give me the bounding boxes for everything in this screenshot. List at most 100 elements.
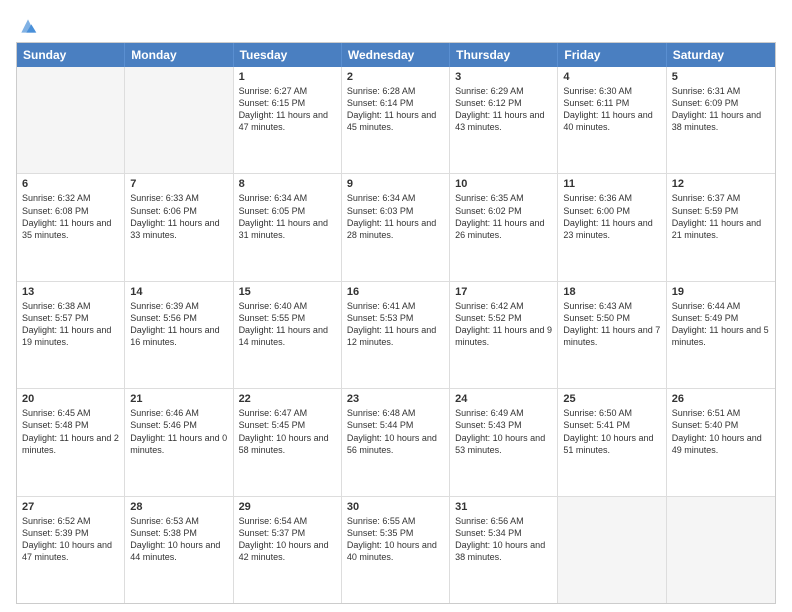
calendar-cell: 29 Sunrise: 6:54 AM Sunset: 5:37 PM Dayli…: [234, 497, 342, 603]
calendar-row: 27 Sunrise: 6:52 AM Sunset: 5:39 PM Dayli…: [17, 496, 775, 603]
cell-info: Sunrise: 6:34 AM Sunset: 6:03 PM Dayligh…: [347, 192, 444, 241]
calendar-cell: 1Sunrise: 6:27 AM Sunset: 6:15 PM Daylig…: [234, 67, 342, 173]
cell-info: Sunrise: 6:36 AM Sunset: 6:00 PM Dayligh…: [563, 192, 660, 241]
calendar-cell: 16 Sunrise: 6:41 AM Sunset: 5:53 PM Dayli…: [342, 282, 450, 388]
cell-info: Sunrise: 6:53 AM Sunset: 5:38 PM Dayligh…: [130, 515, 227, 564]
logo-icon: [18, 16, 38, 36]
cell-info: Sunrise: 6:34 AM Sunset: 6:05 PM Dayligh…: [239, 192, 336, 241]
cell-info: Sunrise: 6:33 AM Sunset: 6:06 PM Dayligh…: [130, 192, 227, 241]
calendar-cell: 24Sunrise: 6:49 AM Sunset: 5:43 PM Dayli…: [450, 389, 558, 495]
day-number: 24: [455, 393, 552, 405]
calendar-cell: 28 Sunrise: 6:53 AM Sunset: 5:38 PM Dayli…: [125, 497, 233, 603]
cell-info: Sunrise: 6:27 AM Sunset: 6:15 PM Dayligh…: [239, 85, 336, 134]
day-number: 27: [22, 501, 119, 513]
calendar-cell: 7 Sunrise: 6:33 AM Sunset: 6:06 PM Daylig…: [125, 174, 233, 280]
day-number: 21: [130, 393, 227, 405]
calendar-cell: 20 Sunrise: 6:45 AM Sunset: 5:48 PM Dayli…: [17, 389, 125, 495]
cell-info: Sunrise: 6:54 AM Sunset: 5:37 PM Dayligh…: [239, 515, 336, 564]
calendar-cell: 4 Sunrise: 6:30 AM Sunset: 6:11 PM Daylig…: [558, 67, 666, 173]
cell-info: Sunrise: 6:56 AM Sunset: 5:34 PM Dayligh…: [455, 515, 552, 564]
calendar-row: 1Sunrise: 6:27 AM Sunset: 6:15 PM Daylig…: [17, 67, 775, 173]
cell-info: Sunrise: 6:39 AM Sunset: 5:56 PM Dayligh…: [130, 300, 227, 349]
cell-info: Sunrise: 6:43 AM Sunset: 5:50 PM Dayligh…: [563, 300, 660, 349]
cell-info: Sunrise: 6:32 AM Sunset: 6:08 PM Dayligh…: [22, 192, 119, 241]
day-number: 10: [455, 178, 552, 190]
day-number: 17: [455, 286, 552, 298]
calendar-cell: 18 Sunrise: 6:43 AM Sunset: 5:50 PM Dayli…: [558, 282, 666, 388]
cell-info: Sunrise: 6:50 AM Sunset: 5:41 PM Dayligh…: [563, 407, 660, 456]
calendar-cell: 25 Sunrise: 6:50 AM Sunset: 5:41 PM Dayli…: [558, 389, 666, 495]
day-number: 7: [130, 178, 227, 190]
cell-info: Sunrise: 6:38 AM Sunset: 5:57 PM Dayligh…: [22, 300, 119, 349]
cell-info: Sunrise: 6:51 AM Sunset: 5:40 PM Dayligh…: [672, 407, 770, 456]
cell-info: Sunrise: 6:30 AM Sunset: 6:11 PM Dayligh…: [563, 85, 660, 134]
cell-info: Sunrise: 6:41 AM Sunset: 5:53 PM Dayligh…: [347, 300, 444, 349]
day-number: 30: [347, 501, 444, 513]
calendar-cell: 5 Sunrise: 6:31 AM Sunset: 6:09 PM Daylig…: [667, 67, 775, 173]
calendar-cell: 14 Sunrise: 6:39 AM Sunset: 5:56 PM Dayli…: [125, 282, 233, 388]
cell-info: Sunrise: 6:37 AM Sunset: 5:59 PM Dayligh…: [672, 192, 770, 241]
day-number: 13: [22, 286, 119, 298]
day-number: 28: [130, 501, 227, 513]
calendar-cell: 12 Sunrise: 6:37 AM Sunset: 5:59 PM Dayli…: [667, 174, 775, 280]
calendar-cell: 21 Sunrise: 6:46 AM Sunset: 5:46 PM Dayli…: [125, 389, 233, 495]
day-number: 4: [563, 71, 660, 83]
day-number: 16: [347, 286, 444, 298]
cell-info: Sunrise: 6:31 AM Sunset: 6:09 PM Dayligh…: [672, 85, 770, 134]
page: SundayMondayTuesdayWednesdayThursdayFrid…: [0, 0, 792, 612]
calendar-cell: 22 Sunrise: 6:47 AM Sunset: 5:45 PM Dayli…: [234, 389, 342, 495]
calendar-cell: [125, 67, 233, 173]
cell-info: Sunrise: 6:42 AM Sunset: 5:52 PM Dayligh…: [455, 300, 552, 349]
calendar: SundayMondayTuesdayWednesdayThursdayFrid…: [16, 42, 776, 604]
calendar-cell: 6 Sunrise: 6:32 AM Sunset: 6:08 PM Daylig…: [17, 174, 125, 280]
calendar-row: 6 Sunrise: 6:32 AM Sunset: 6:08 PM Daylig…: [17, 173, 775, 280]
cell-info: Sunrise: 6:28 AM Sunset: 6:14 PM Dayligh…: [347, 85, 444, 134]
header: [16, 12, 776, 36]
day-number: 15: [239, 286, 336, 298]
day-number: 19: [672, 286, 770, 298]
day-number: 29: [239, 501, 336, 513]
calendar-cell: 19 Sunrise: 6:44 AM Sunset: 5:49 PM Dayli…: [667, 282, 775, 388]
day-number: 23: [347, 393, 444, 405]
day-number: 25: [563, 393, 660, 405]
calendar-cell: [558, 497, 666, 603]
calendar-cell: 3 Sunrise: 6:29 AM Sunset: 6:12 PM Daylig…: [450, 67, 558, 173]
calendar-cell: 8Sunrise: 6:34 AM Sunset: 6:05 PM Daylig…: [234, 174, 342, 280]
weekday-header: Tuesday: [234, 43, 342, 67]
calendar-cell: 13 Sunrise: 6:38 AM Sunset: 5:57 PM Dayli…: [17, 282, 125, 388]
calendar-cell: 17 Sunrise: 6:42 AM Sunset: 5:52 PM Dayli…: [450, 282, 558, 388]
calendar-cell: 31 Sunrise: 6:56 AM Sunset: 5:34 PM Dayli…: [450, 497, 558, 603]
cell-info: Sunrise: 6:48 AM Sunset: 5:44 PM Dayligh…: [347, 407, 444, 456]
cell-info: Sunrise: 6:47 AM Sunset: 5:45 PM Dayligh…: [239, 407, 336, 456]
weekday-header: Monday: [125, 43, 233, 67]
calendar-cell: 30 Sunrise: 6:55 AM Sunset: 5:35 PM Dayli…: [342, 497, 450, 603]
cell-info: Sunrise: 6:45 AM Sunset: 5:48 PM Dayligh…: [22, 407, 119, 456]
weekday-header: Thursday: [450, 43, 558, 67]
cell-info: Sunrise: 6:35 AM Sunset: 6:02 PM Dayligh…: [455, 192, 552, 241]
weekday-header: Saturday: [667, 43, 775, 67]
calendar-cell: 26Sunrise: 6:51 AM Sunset: 5:40 PM Dayli…: [667, 389, 775, 495]
day-number: 22: [239, 393, 336, 405]
calendar-cell: [667, 497, 775, 603]
day-number: 5: [672, 71, 770, 83]
cell-info: Sunrise: 6:46 AM Sunset: 5:46 PM Dayligh…: [130, 407, 227, 456]
day-number: 31: [455, 501, 552, 513]
day-number: 20: [22, 393, 119, 405]
day-number: 14: [130, 286, 227, 298]
day-number: 2: [347, 71, 444, 83]
day-number: 9: [347, 178, 444, 190]
calendar-body: 1Sunrise: 6:27 AM Sunset: 6:15 PM Daylig…: [17, 67, 775, 603]
cell-info: Sunrise: 6:55 AM Sunset: 5:35 PM Dayligh…: [347, 515, 444, 564]
calendar-cell: 27 Sunrise: 6:52 AM Sunset: 5:39 PM Dayli…: [17, 497, 125, 603]
cell-info: Sunrise: 6:52 AM Sunset: 5:39 PM Dayligh…: [22, 515, 119, 564]
day-number: 12: [672, 178, 770, 190]
day-number: 3: [455, 71, 552, 83]
cell-info: Sunrise: 6:44 AM Sunset: 5:49 PM Dayligh…: [672, 300, 770, 349]
calendar-cell: 9 Sunrise: 6:34 AM Sunset: 6:03 PM Daylig…: [342, 174, 450, 280]
day-number: 6: [22, 178, 119, 190]
weekday-header: Friday: [558, 43, 666, 67]
calendar-cell: 2 Sunrise: 6:28 AM Sunset: 6:14 PM Daylig…: [342, 67, 450, 173]
day-number: 18: [563, 286, 660, 298]
cell-info: Sunrise: 6:29 AM Sunset: 6:12 PM Dayligh…: [455, 85, 552, 134]
calendar-header: SundayMondayTuesdayWednesdayThursdayFrid…: [17, 43, 775, 67]
